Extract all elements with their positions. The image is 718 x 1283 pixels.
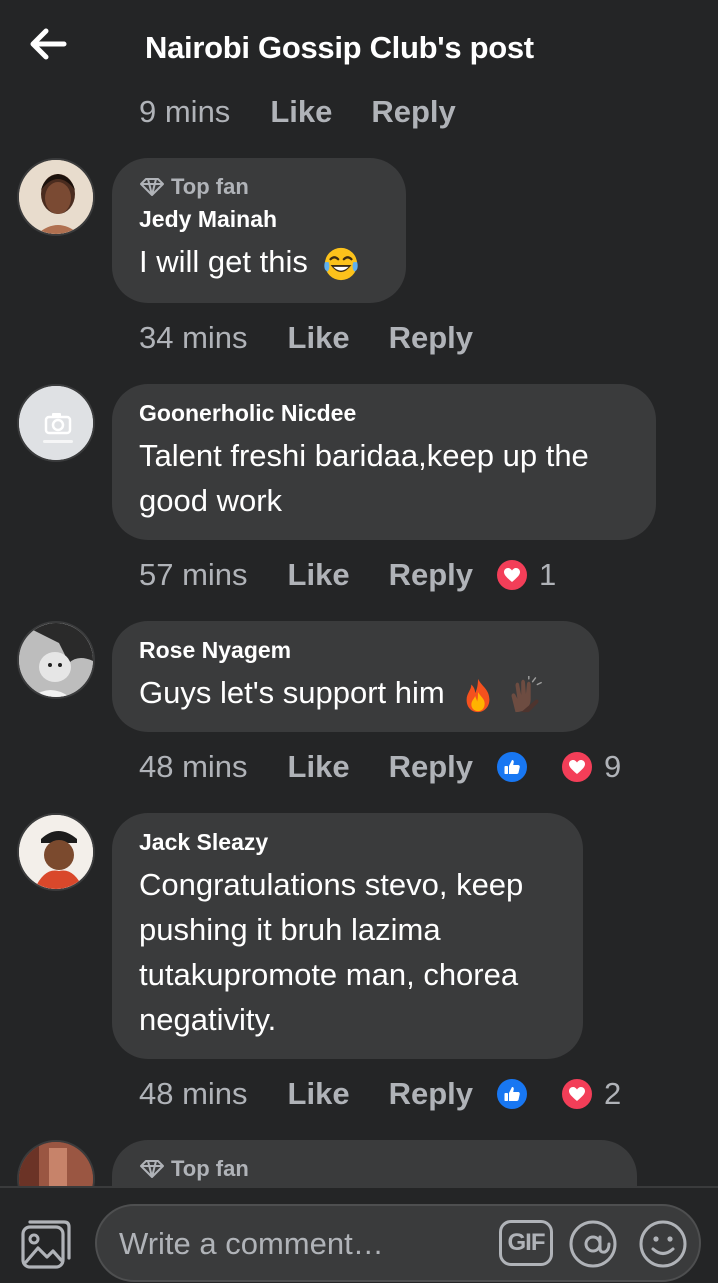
comment-author[interactable]: Jack Sleazy <box>139 829 556 856</box>
camera-placeholder-icon <box>19 386 93 460</box>
avatar-jack-sleazy[interactable] <box>17 813 95 891</box>
reply-button[interactable]: Reply <box>371 94 455 130</box>
badge-label: Top fan <box>171 174 249 199</box>
comment-time: 48 mins <box>139 749 248 784</box>
comment-bubble[interactable]: Rose Nyagem Guys let's support him <box>112 621 599 732</box>
comment-text-line: good work <box>139 483 283 518</box>
love-reaction-icon <box>560 1077 594 1111</box>
comment-bubble[interactable]: Jack Sleazy Congratulations stevo, keep … <box>112 813 583 1059</box>
photo-icon <box>21 1220 71 1269</box>
comment-bubble[interactable]: Goonerholic Nicdee Talent freshi baridaa… <box>112 384 656 540</box>
at-sign-icon <box>569 1220 617 1268</box>
comment-time: 34 mins <box>139 320 248 355</box>
laughing-tears-emoji-icon <box>324 247 359 280</box>
page-title: Nairobi Gossip Club's post <box>145 30 534 65</box>
comment-text-line: tutakupromote man, chorea <box>139 957 519 992</box>
comment-time: 57 mins <box>139 557 248 592</box>
comment-bubble[interactable]: Top fan Jedy Mainah I will get this <box>112 158 406 303</box>
heart-icon <box>504 568 520 582</box>
comment-text-line: Talent freshi baridaa,keep up the <box>139 438 589 473</box>
thumbs-up-icon <box>504 1087 520 1101</box>
diamond-icon <box>140 178 164 196</box>
reply-button[interactable]: Reply <box>389 320 473 356</box>
clapping-hands-emoji-icon <box>511 675 542 712</box>
like-button[interactable]: Like <box>288 320 350 356</box>
like-reaction-icon <box>495 1077 529 1111</box>
avatar-jedy-mainah[interactable] <box>17 158 95 236</box>
fire-emoji-icon <box>466 678 490 712</box>
smiley-icon <box>639 1220 687 1268</box>
comment-text-content: I will get this <box>139 244 308 279</box>
gif-button[interactable]: GIF <box>499 1220 553 1266</box>
reply-button[interactable]: Reply <box>389 749 473 785</box>
comment-meta: 48 mins Like Reply 9 <box>139 747 621 787</box>
badge-label: Top fan <box>171 1156 249 1181</box>
comment-input[interactable]: Write a comment… GIF <box>95 1204 701 1282</box>
top-fan-badge: Top fan <box>139 174 379 200</box>
diamond-icon <box>140 1160 164 1178</box>
love-reaction-icon <box>495 558 529 592</box>
profile-photo <box>19 160 93 234</box>
heart-icon <box>569 1087 585 1101</box>
comment-author[interactable]: Jedy Mainah <box>139 206 379 233</box>
comment-text-content: Guys let's support him <box>139 675 445 710</box>
reaction-summary[interactable]: 2 <box>495 1076 621 1112</box>
like-button[interactable]: Like <box>270 94 332 130</box>
reply-button[interactable]: Reply <box>389 557 473 593</box>
like-reaction-icon <box>495 750 529 784</box>
avatar-goonerholic-nicdee[interactable] <box>17 384 95 462</box>
top-fan-badge: Top fan <box>139 1156 610 1182</box>
comment-meta: 48 mins Like Reply 2 <box>139 1074 621 1114</box>
comment-author[interactable]: Goonerholic Nicdee <box>139 400 629 427</box>
comment-composer-bar: Write a comment… GIF <box>0 1186 718 1283</box>
comment-input-placeholder: Write a comment… <box>119 1226 384 1261</box>
comment-text: Congratulations stevo, keep pushing it b… <box>139 862 556 1042</box>
profile-photo <box>19 623 93 697</box>
comment-text-line: Congratulations stevo, keep <box>139 867 524 902</box>
emoji-button[interactable] <box>638 1219 688 1269</box>
like-button[interactable]: Like <box>288 557 350 593</box>
thumbs-up-icon <box>504 760 520 774</box>
comment-text-line: pushing it bruh lazima <box>139 912 441 947</box>
top-bar: Nairobi Gossip Club's post <box>0 0 718 90</box>
comment-time: 48 mins <box>139 1076 248 1111</box>
add-photo-button[interactable] <box>20 1218 72 1270</box>
profile-photo <box>19 815 93 889</box>
comment-author[interactable]: Rose Nyagem <box>139 637 572 664</box>
comment-meta: 57 mins Like Reply 1 <box>139 555 556 595</box>
arrow-left-icon <box>30 28 67 60</box>
comment-meta-previous: 9 mins Like Reply <box>139 92 478 132</box>
comment-text: Talent freshi baridaa,keep up the good w… <box>139 433 629 523</box>
reaction-summary[interactable]: 1 <box>495 557 556 593</box>
reaction-summary[interactable]: 9 <box>495 749 621 785</box>
back-button[interactable] <box>26 26 70 62</box>
reaction-count: 9 <box>604 749 622 784</box>
comment-meta: 34 mins Like Reply <box>139 318 495 358</box>
comment-text-line: negativity. <box>139 1002 277 1037</box>
avatar-rose-nyagem[interactable] <box>17 621 95 699</box>
heart-icon <box>569 760 585 774</box>
mention-button[interactable] <box>568 1219 618 1269</box>
reply-button[interactable]: Reply <box>389 1076 473 1112</box>
comment-text: I will get this <box>139 239 379 284</box>
reaction-count: 1 <box>539 557 557 592</box>
comment-time: 9 mins <box>139 94 231 129</box>
like-button[interactable]: Like <box>288 1076 350 1112</box>
love-reaction-icon <box>560 750 594 784</box>
reaction-count: 2 <box>604 1076 622 1111</box>
comment-text: Guys let's support him <box>139 670 572 715</box>
like-button[interactable]: Like <box>288 749 350 785</box>
